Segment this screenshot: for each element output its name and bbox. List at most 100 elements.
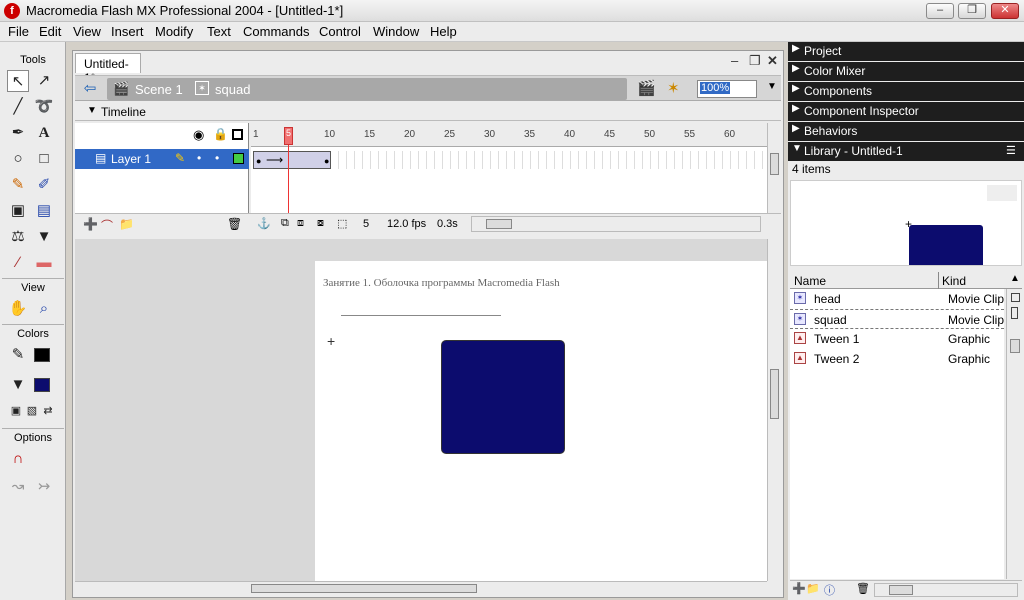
- panel-behaviors[interactable]: ▶ Behaviors: [788, 122, 1024, 141]
- menu-file[interactable]: File: [8, 24, 29, 39]
- document-tab[interactable]: Untitled-1*: [75, 53, 141, 85]
- panel-options-icon[interactable]: ☰: [1006, 144, 1016, 157]
- show-hide-eye-icon[interactable]: ◉: [193, 127, 204, 143]
- library-item-squad[interactable]: ✶ squad Movie Clip: [790, 309, 1004, 329]
- new-folder-icon[interactable]: 📁: [806, 582, 820, 595]
- eyedropper-tool-icon[interactable]: ∕: [7, 252, 29, 274]
- center-frame-icon[interactable]: ⚓: [257, 217, 271, 230]
- back-arrow-icon[interactable]: ⇦: [79, 79, 101, 99]
- edit-symbol-icon[interactable]: ✶: [667, 79, 680, 97]
- layer-outline-color[interactable]: [233, 153, 244, 164]
- edit-scene-icon[interactable]: 🎬: [637, 79, 656, 97]
- layer-row[interactable]: ▤ Layer 1 ✎ • •: [75, 149, 249, 169]
- symbol-link[interactable]: squad: [215, 82, 250, 97]
- library-item-tween-2[interactable]: ▲ Tween 2 Graphic: [790, 349, 1004, 369]
- insert-layer-folder-icon[interactable]: 📁: [119, 217, 134, 231]
- layer-lock-dot[interactable]: •: [215, 151, 219, 165]
- edit-multiple-frames-icon[interactable]: ⧇: [317, 217, 324, 230]
- zoom-dropdown-icon[interactable]: ▼: [767, 81, 777, 92]
- stage[interactable]: Занятие 1. Оболочка программы Macromedia…: [315, 261, 767, 581]
- menu-window[interactable]: Window: [373, 24, 419, 39]
- layer-name[interactable]: Layer 1: [111, 152, 151, 166]
- blue-square-shape[interactable]: [441, 340, 565, 454]
- playhead[interactable]: 5: [284, 127, 293, 145]
- stage-horizontal-scrollbar[interactable]: [75, 581, 767, 595]
- delete-layer-icon[interactable]: 🗑: [227, 217, 242, 231]
- scroll-thumb[interactable]: [770, 369, 779, 419]
- menu-modify[interactable]: Modify: [155, 24, 193, 39]
- add-motion-guide-icon[interactable]: ⌒: [101, 217, 113, 234]
- menu-edit[interactable]: Edit: [39, 24, 61, 39]
- scroll-thumb[interactable]: [770, 153, 779, 175]
- straighten-icon[interactable]: ↣: [33, 476, 55, 498]
- keyframe-dot[interactable]: ●: [324, 156, 329, 166]
- wide-view-icon[interactable]: [1011, 293, 1020, 302]
- snap-magnet-icon[interactable]: ∩: [7, 448, 29, 470]
- narrow-view-icon[interactable]: [1011, 307, 1018, 319]
- pen-tool-icon[interactable]: ✒: [7, 122, 29, 144]
- delete-item-icon[interactable]: 🗑: [856, 582, 870, 595]
- layer-visible-dot[interactable]: •: [197, 151, 201, 165]
- zoom-field[interactable]: 100%: [697, 80, 757, 98]
- text-tool-icon[interactable]: A: [33, 122, 55, 144]
- pencil-tool-icon[interactable]: ✎: [7, 174, 29, 196]
- flash-app-icon[interactable]: f: [4, 3, 20, 19]
- rectangle-tool-icon[interactable]: □: [33, 148, 55, 170]
- panel-color-mixer[interactable]: ▶ Color Mixer: [788, 62, 1024, 81]
- outline-icon[interactable]: [232, 129, 243, 140]
- eraser-tool-icon[interactable]: ▬: [33, 252, 55, 274]
- library-vertical-scrollbar[interactable]: [1006, 289, 1022, 579]
- zoom-tool-icon[interactable]: ⌕: [33, 298, 55, 320]
- panel-component-inspector[interactable]: ▶ Component Inspector: [788, 102, 1024, 121]
- library-item-tween-1[interactable]: ▲ Tween 1 Graphic: [790, 329, 1004, 349]
- menu-commands[interactable]: Commands: [243, 24, 309, 39]
- scroll-thumb[interactable]: [889, 585, 913, 595]
- panel-components[interactable]: ▶ Components: [788, 82, 1024, 101]
- paint-bucket-tool-icon[interactable]: ▼: [33, 226, 55, 248]
- hand-tool-icon[interactable]: ✋: [7, 298, 29, 320]
- menu-insert[interactable]: Insert: [111, 24, 144, 39]
- subselect-tool-icon[interactable]: ↗: [33, 70, 55, 92]
- close-button[interactable]: ✕: [991, 3, 1019, 19]
- menu-text[interactable]: Text: [207, 24, 231, 39]
- ink-bottle-tool-icon[interactable]: ⚖: [7, 226, 29, 248]
- maximize-button[interactable]: ❐: [958, 3, 986, 19]
- doc-restore-icon[interactable]: ❐: [749, 53, 761, 69]
- free-transform-tool-icon[interactable]: ▣: [7, 200, 29, 222]
- scene-link[interactable]: Scene 1: [135, 82, 183, 97]
- stage-vertical-scrollbar[interactable]: [767, 239, 781, 581]
- menu-help[interactable]: Help: [430, 24, 457, 39]
- timeline-horizontal-scrollbar[interactable]: [471, 216, 761, 232]
- column-name[interactable]: Name: [794, 274, 826, 288]
- scroll-thumb[interactable]: [251, 584, 477, 593]
- panel-library[interactable]: ▼ Library - Untitled-1 ☰: [788, 142, 1024, 161]
- timeline-vertical-scrollbar[interactable]: [767, 123, 781, 213]
- new-symbol-icon[interactable]: ➕: [792, 582, 806, 595]
- sort-order-icon[interactable]: ▲: [1010, 273, 1020, 284]
- oval-tool-icon[interactable]: ○: [7, 148, 29, 170]
- scroll-thumb[interactable]: [486, 219, 512, 229]
- properties-icon[interactable]: ⓘ: [824, 582, 835, 598]
- keyframe-dot[interactable]: ●: [256, 156, 261, 166]
- brush-tool-icon[interactable]: ✐: [33, 174, 55, 196]
- preview-play-controls[interactable]: [987, 185, 1017, 201]
- onion-skin-icon[interactable]: ⧉: [281, 217, 289, 230]
- modify-onion-markers-icon[interactable]: ⬚: [337, 217, 347, 230]
- doc-close-icon[interactable]: ✕: [767, 53, 778, 69]
- lasso-tool-icon[interactable]: ➰: [33, 96, 55, 118]
- stroke-color-swatch[interactable]: [34, 348, 50, 362]
- panel-project[interactable]: ▶ Project: [788, 42, 1024, 61]
- column-kind[interactable]: Kind: [942, 274, 966, 288]
- arrow-tool-icon[interactable]: ↖: [7, 70, 29, 92]
- onion-skin-outlines-icon[interactable]: ⧈: [297, 217, 304, 230]
- line-tool-icon[interactable]: ╱: [7, 96, 29, 118]
- fill-color-swatch[interactable]: [34, 378, 50, 392]
- smooth-icon[interactable]: ↝: [7, 476, 29, 498]
- menu-control[interactable]: Control: [319, 24, 361, 39]
- timeline-label[interactable]: Timeline: [101, 105, 146, 119]
- library-horizontal-scrollbar[interactable]: [874, 583, 1018, 597]
- swap-colors-icon[interactable]: ⇄: [37, 400, 59, 422]
- scroll-thumb[interactable]: [1010, 339, 1020, 353]
- insert-layer-icon[interactable]: ➕: [83, 217, 98, 231]
- fill-transform-tool-icon[interactable]: ▤: [33, 200, 55, 222]
